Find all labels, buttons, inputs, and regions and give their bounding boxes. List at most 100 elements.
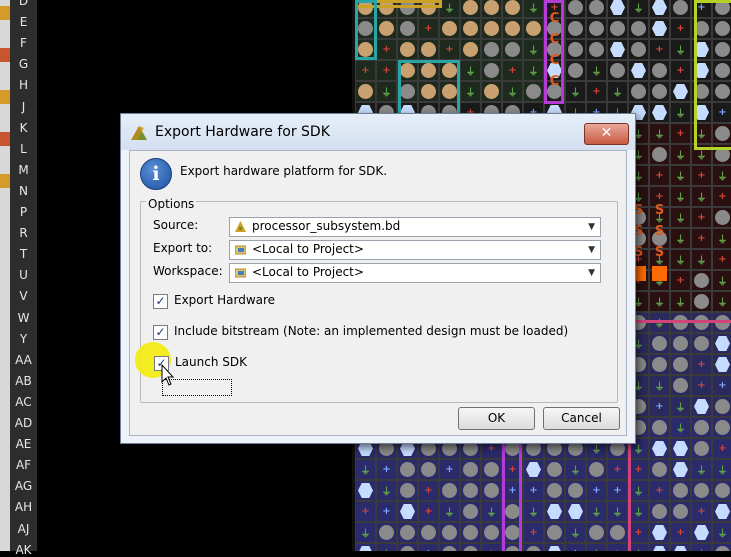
package-pin[interactable]: + — [376, 501, 397, 522]
cancel-button[interactable]: Cancel — [543, 407, 620, 430]
package-pin[interactable]: ⏚ — [628, 0, 649, 18]
toolbar-tool-icon[interactable] — [0, 188, 10, 202]
package-pin[interactable]: ⏚ — [712, 165, 731, 186]
package-pin[interactable]: ⏚ — [712, 228, 731, 249]
package-pin[interactable] — [481, 0, 502, 18]
package-pin[interactable] — [460, 18, 481, 39]
package-pin[interactable]: + — [649, 165, 670, 186]
package-pin[interactable]: + — [712, 249, 731, 270]
package-pin[interactable] — [418, 459, 439, 480]
package-pin[interactable] — [628, 18, 649, 39]
package-pin[interactable]: + — [418, 18, 439, 39]
package-pin[interactable]: ⏚ — [523, 39, 544, 60]
package-pin[interactable] — [607, 522, 628, 543]
package-pin[interactable] — [376, 522, 397, 543]
package-pin[interactable] — [586, 0, 607, 18]
package-pin[interactable] — [481, 18, 502, 39]
toolbar-tool-icon[interactable] — [0, 76, 10, 90]
package-pin[interactable]: ⏚ — [670, 291, 691, 312]
package-pin[interactable]: + — [376, 39, 397, 60]
package-pin[interactable]: + — [439, 39, 460, 60]
toolbar-tool-icon[interactable] — [0, 20, 10, 34]
package-pin[interactable] — [565, 501, 586, 522]
package-pin[interactable] — [565, 480, 586, 501]
package-pin[interactable] — [607, 60, 628, 81]
package-pin[interactable] — [439, 480, 460, 501]
package-pin[interactable]: ⏚ — [670, 165, 691, 186]
package-pin[interactable]: ⏚ — [670, 144, 691, 165]
package-pin[interactable]: + — [355, 501, 376, 522]
package-pin[interactable]: ⏚ — [376, 543, 397, 551]
package-pin[interactable]: ⏚ — [691, 249, 712, 270]
package-pin[interactable]: + — [670, 18, 691, 39]
package-pin[interactable]: ⏚ — [586, 60, 607, 81]
package-pin[interactable] — [397, 522, 418, 543]
toolbar-tool-icon[interactable] — [0, 90, 10, 104]
package-pin[interactable] — [670, 0, 691, 18]
package-pin[interactable] — [355, 81, 376, 102]
package-pin[interactable] — [376, 18, 397, 39]
package-pin[interactable] — [418, 39, 439, 60]
package-pin[interactable]: ⏚ — [586, 501, 607, 522]
package-pin[interactable] — [649, 18, 670, 39]
package-pin[interactable] — [481, 81, 502, 102]
package-pin[interactable] — [439, 543, 460, 551]
package-pin[interactable] — [439, 522, 460, 543]
package-pin[interactable] — [544, 480, 565, 501]
package-pin[interactable]: + — [481, 543, 502, 551]
package-pin[interactable] — [481, 60, 502, 81]
package-pin[interactable] — [649, 102, 670, 123]
package-pin[interactable] — [565, 60, 586, 81]
package-pin[interactable] — [460, 543, 481, 551]
package-pin[interactable] — [712, 207, 731, 228]
package-pin[interactable]: + — [523, 522, 544, 543]
package-pin[interactable]: ⏚ — [670, 186, 691, 207]
package-pin[interactable]: + — [691, 207, 712, 228]
package-pin[interactable] — [502, 39, 523, 60]
package-pin[interactable] — [481, 459, 502, 480]
package-pin[interactable] — [481, 39, 502, 60]
dialog-titlebar[interactable]: Export Hardware for SDK ✕ — [121, 114, 635, 150]
package-pin[interactable] — [586, 18, 607, 39]
toolbar-tool-icon[interactable] — [0, 6, 10, 20]
package-pin[interactable]: + — [376, 459, 397, 480]
package-pin[interactable] — [628, 60, 649, 81]
toolbar-tool-icon[interactable] — [0, 132, 10, 146]
package-pin[interactable] — [439, 18, 460, 39]
package-pin[interactable]: ⏚ — [649, 123, 670, 144]
toolbar-tool-icon[interactable] — [0, 34, 10, 48]
package-pin[interactable] — [481, 480, 502, 501]
include-bitstream-checkbox[interactable]: ✓ — [153, 325, 168, 340]
close-button[interactable]: ✕ — [584, 123, 629, 145]
package-pin[interactable] — [502, 0, 523, 18]
package-pin[interactable]: ⏚ — [355, 522, 376, 543]
package-pin[interactable]: ⏚ — [376, 480, 397, 501]
package-pin[interactable]: ⏚ — [376, 81, 397, 102]
package-pin[interactable] — [355, 480, 376, 501]
package-pin[interactable] — [670, 81, 691, 102]
package-pin[interactable] — [481, 522, 502, 543]
toolbar-tool-icon[interactable] — [0, 174, 10, 188]
package-pin[interactable]: + — [691, 165, 712, 186]
package-pin[interactable]: + — [523, 480, 544, 501]
package-pin[interactable]: ⏚ — [565, 522, 586, 543]
package-pin[interactable] — [460, 522, 481, 543]
package-pin[interactable]: ⏚ — [607, 81, 628, 102]
toolbar-tool-icon[interactable] — [0, 104, 10, 118]
package-pin[interactable]: + — [418, 501, 439, 522]
package-pin[interactable]: + — [418, 543, 439, 551]
package-pin[interactable]: + — [670, 60, 691, 81]
package-pin[interactable] — [607, 39, 628, 60]
package-pin[interactable]: ⏚ — [565, 459, 586, 480]
package-pin[interactable]: ⏚ — [649, 291, 670, 312]
package-pin[interactable] — [523, 81, 544, 102]
package-pin[interactable]: + — [418, 480, 439, 501]
package-pin[interactable] — [544, 522, 565, 543]
package-pin[interactable] — [397, 501, 418, 522]
toolbar-tool-icon[interactable] — [0, 146, 10, 160]
package-pin[interactable] — [544, 501, 565, 522]
toolbar-tool-icon[interactable] — [0, 48, 10, 62]
package-pin[interactable] — [628, 81, 649, 102]
toolbar-tool-icon[interactable] — [0, 118, 10, 132]
package-pin[interactable] — [460, 501, 481, 522]
